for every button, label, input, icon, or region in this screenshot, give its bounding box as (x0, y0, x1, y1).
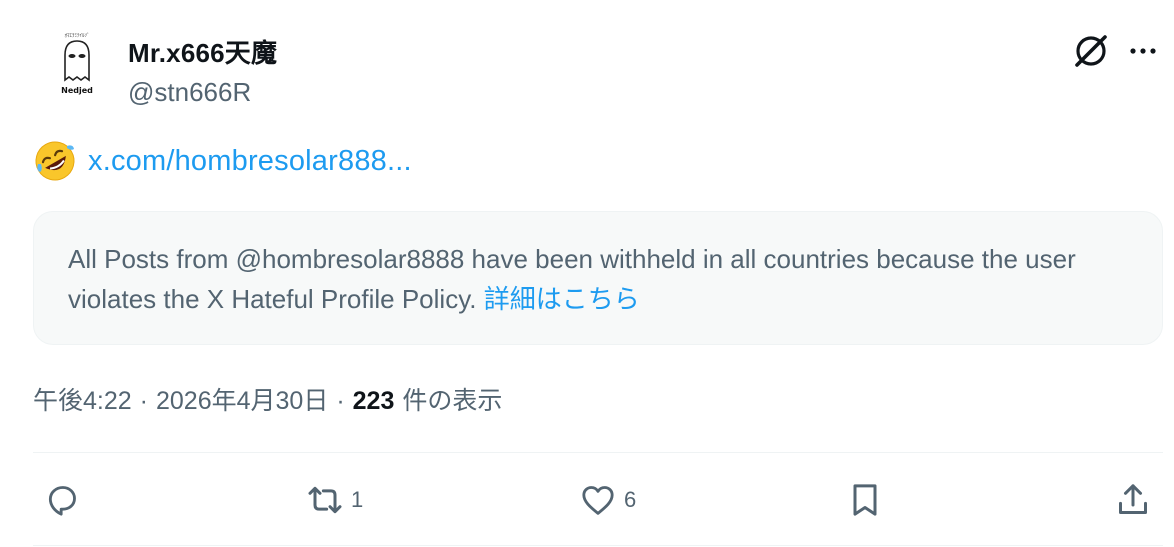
meta-separator: · (336, 387, 345, 415)
avatar-label: Nedjed (61, 86, 93, 95)
repost-count: 1 (351, 487, 364, 512)
avatar-image: ｵﾏｴｦﾐﾃｲﾙｿﾞ Nedjed (38, 20, 116, 98)
tweet-link[interactable]: x.com/hombresolar888... (88, 145, 412, 178)
reply-button[interactable] (42, 478, 88, 522)
repost-icon (308, 486, 342, 514)
like-button[interactable]: 6 (578, 478, 636, 522)
grok-button[interactable] (1070, 30, 1112, 72)
bookmark-button[interactable] (845, 478, 885, 522)
more-icon (1130, 48, 1156, 54)
svg-text:ｵﾏｴｦﾐﾃｲﾙｿﾞ: ｵﾏｴｦﾐﾃｲﾙｿﾞ (64, 32, 89, 39)
user-handle[interactable]: @stn666R (128, 77, 251, 108)
views-count[interactable]: 223 (353, 387, 395, 416)
meta-separator: · (139, 387, 148, 415)
more-button[interactable] (1123, 30, 1163, 72)
tweet-meta: 午後4:22 · 2026年4月30日 · 223 件の表示 (33, 381, 502, 417)
bookmark-icon (853, 484, 877, 516)
withheld-notice: All Posts from @hombresolar8888 have bee… (33, 211, 1163, 345)
rolling-on-floor-laughing-emoji (35, 141, 75, 181)
views-label: 件の表示 (402, 387, 503, 415)
share-button[interactable] (1113, 478, 1153, 522)
avatar[interactable]: ｵﾏｴｦﾐﾃｲﾙｿﾞ Nedjed (38, 20, 116, 98)
tweet-text: x.com/hombresolar888... (34, 140, 412, 182)
like-count: 6 (624, 487, 637, 512)
grok-icon (1075, 35, 1107, 67)
share-icon (1119, 484, 1147, 514)
divider (33, 545, 1163, 546)
repost-button[interactable]: 1 (305, 478, 363, 522)
reply-icon (48, 486, 76, 516)
divider (33, 452, 1163, 453)
tweet-date[interactable]: 2026年4月30日 (156, 381, 328, 417)
notice-learn-more-link[interactable]: 詳細はこちら (484, 284, 640, 314)
display-name[interactable]: Mr.x666天魔 (128, 33, 277, 70)
tweet-time[interactable]: 午後4:22 (33, 381, 132, 417)
heart-icon (582, 486, 614, 515)
